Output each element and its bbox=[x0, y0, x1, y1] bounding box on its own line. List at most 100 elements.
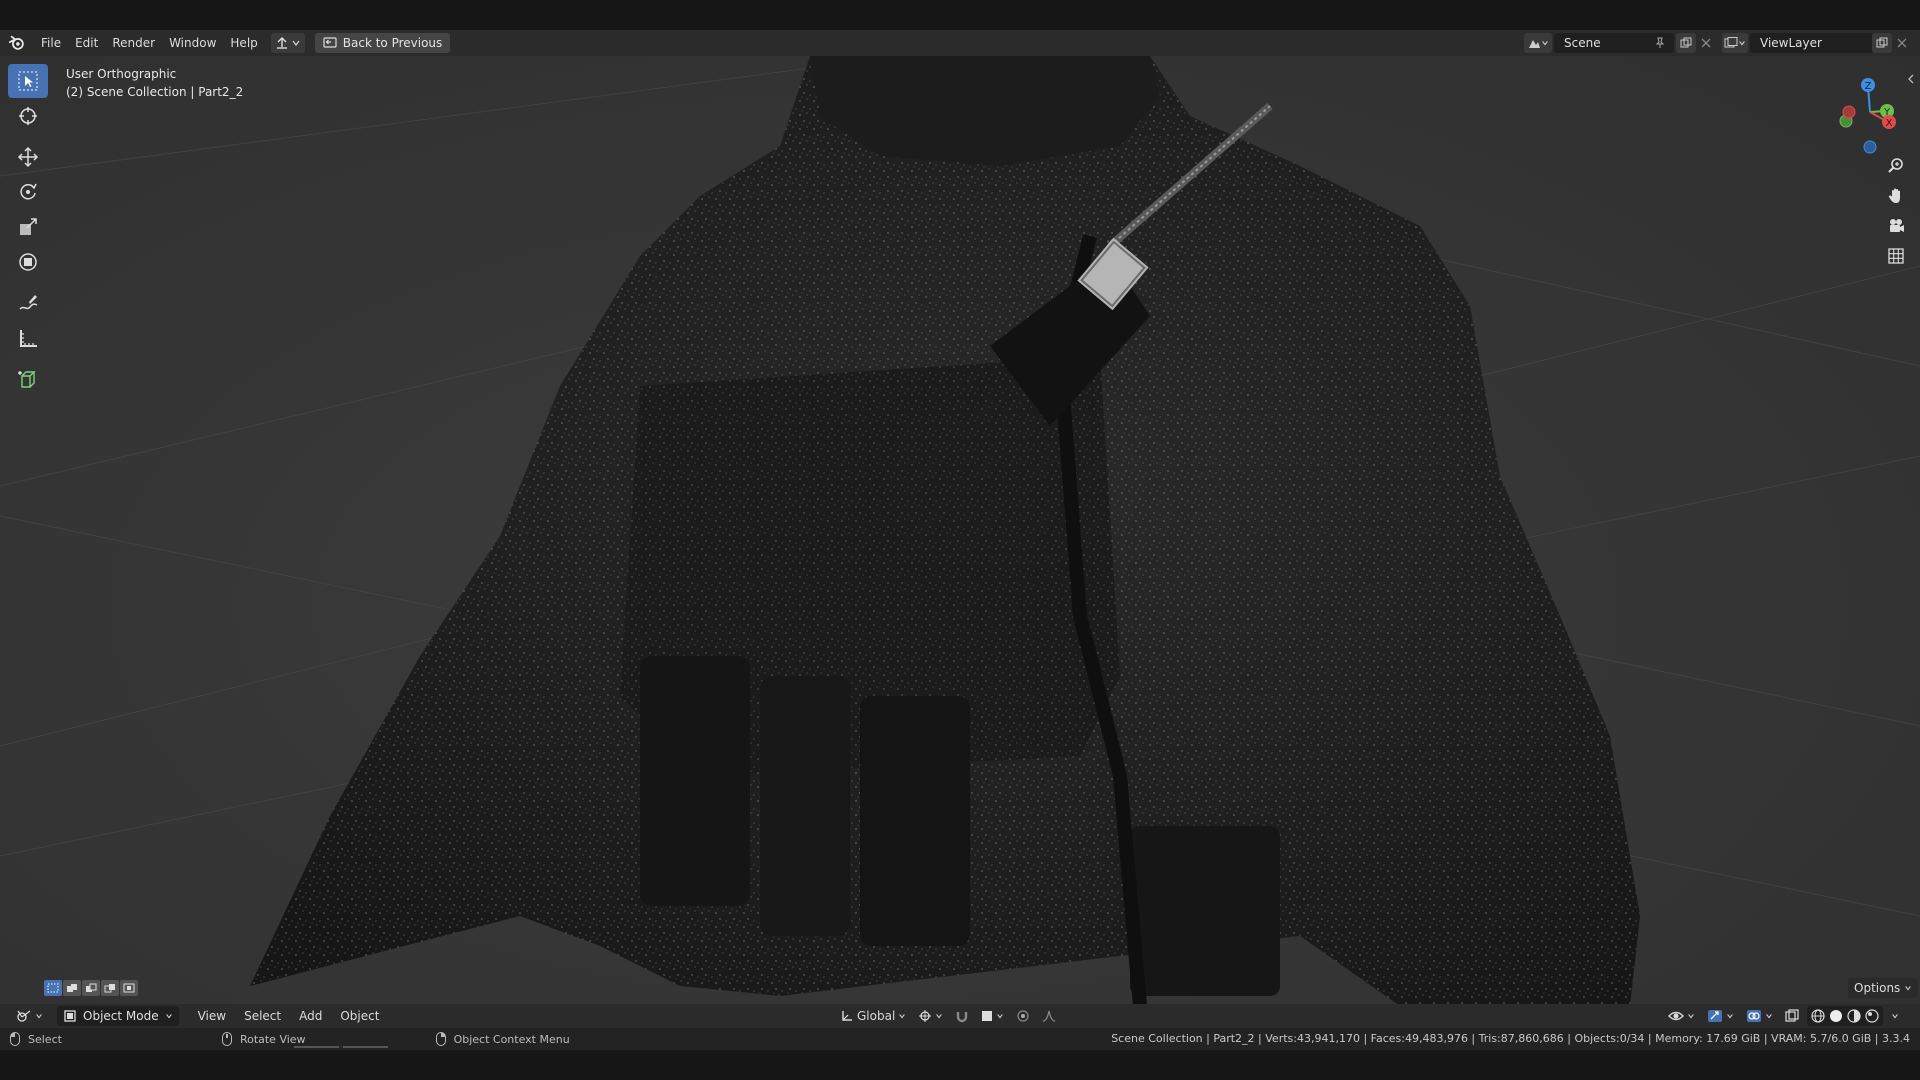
navigation-tools bbox=[1882, 152, 1912, 272]
select-mode-subtract[interactable] bbox=[82, 980, 100, 996]
tool-annotate[interactable] bbox=[8, 286, 48, 320]
scene-icon bbox=[1529, 40, 1540, 48]
chevron-down-icon bbox=[1542, 41, 1548, 46]
new-scene-button[interactable] bbox=[1676, 33, 1696, 53]
menu-render[interactable]: Render bbox=[105, 32, 162, 54]
add-cube-icon bbox=[18, 371, 36, 388]
select-mode-invert[interactable] bbox=[101, 980, 119, 996]
scene-name: Scene bbox=[1564, 36, 1601, 50]
close-icon[interactable] bbox=[1896, 37, 1908, 49]
proportional-edit-toggle[interactable] bbox=[1012, 1006, 1034, 1026]
tool-add-cube[interactable] bbox=[8, 362, 48, 396]
tool-select-box[interactable] bbox=[8, 64, 48, 98]
visibility-dropdown[interactable] bbox=[1664, 1006, 1699, 1026]
status-select-label: Select bbox=[28, 1032, 62, 1046]
shading-options-dropdown[interactable] bbox=[1887, 1006, 1903, 1026]
upload-icon bbox=[276, 37, 287, 49]
snap-toggle[interactable] bbox=[951, 1006, 973, 1026]
new-viewlayer-button[interactable] bbox=[1872, 33, 1892, 53]
window-top-band bbox=[0, 0, 1920, 30]
tool-scale[interactable] bbox=[8, 210, 48, 244]
back-to-previous-label: Back to Previous bbox=[342, 36, 443, 50]
close-icon[interactable] bbox=[1700, 37, 1712, 49]
select-box-icon bbox=[18, 71, 38, 91]
mouse-left-icon bbox=[10, 1032, 20, 1046]
mouse-right-icon bbox=[435, 1032, 446, 1046]
status-rotate-label: Rotate View bbox=[239, 1032, 306, 1046]
select-invert-icon bbox=[104, 984, 115, 993]
falloff-icon bbox=[1043, 1010, 1056, 1022]
navigation-gizmo[interactable]: Z Y X bbox=[1832, 64, 1912, 154]
header-menu-select[interactable]: Select bbox=[235, 1009, 290, 1023]
transform-orientation-label: Global bbox=[857, 1009, 896, 1023]
hand-icon bbox=[1888, 188, 1900, 203]
pivot-point-dropdown[interactable] bbox=[914, 1006, 947, 1026]
tool-cursor[interactable] bbox=[8, 99, 48, 133]
options-dropdown[interactable]: Options bbox=[1848, 978, 1919, 998]
rendered-shading-icon[interactable] bbox=[1865, 1009, 1879, 1023]
transform-orientation-dropdown[interactable]: Global bbox=[836, 1006, 910, 1026]
proportional-edit-icon bbox=[1017, 1010, 1029, 1022]
select-extend-icon bbox=[67, 984, 77, 992]
magnet-icon bbox=[957, 1012, 968, 1023]
proportional-falloff-dropdown[interactable] bbox=[1038, 1006, 1060, 1026]
overlays-toggle[interactable] bbox=[1742, 1006, 1777, 1026]
gizmo-neg-x-axis[interactable] bbox=[1842, 105, 1856, 119]
scene-type-dropdown[interactable] bbox=[1524, 33, 1552, 53]
zoom-button[interactable] bbox=[1882, 152, 1910, 180]
menu-edit[interactable]: Edit bbox=[68, 32, 105, 54]
viewlayer-name-field[interactable]: ViewLayer bbox=[1750, 33, 1880, 53]
material-preview-shading-icon[interactable] bbox=[1847, 1009, 1861, 1023]
menu-help[interactable]: Help bbox=[223, 32, 264, 54]
gizmo-neg-z-axis[interactable] bbox=[1863, 140, 1877, 154]
object-mode-dropdown[interactable]: Object Mode bbox=[57, 1006, 179, 1026]
camera-icon bbox=[1890, 219, 1904, 232]
back-to-previous-button[interactable]: Back to Previous bbox=[314, 33, 451, 53]
menu-file[interactable]: File bbox=[34, 32, 68, 54]
tool-rotate[interactable] bbox=[8, 175, 48, 209]
3d-viewport[interactable]: User Orthographic (2) Scene Collection |… bbox=[0, 56, 1920, 1056]
pivot-icon bbox=[919, 1010, 932, 1022]
gizmo-toggle[interactable] bbox=[1703, 1006, 1738, 1026]
status-hint-rotate: Rotate View bbox=[221, 1032, 306, 1046]
menu-window[interactable]: Window bbox=[162, 32, 223, 54]
viewlayer-name: ViewLayer bbox=[1760, 36, 1822, 50]
chevron-down-icon bbox=[936, 1014, 943, 1019]
pin-icon[interactable] bbox=[1654, 37, 1666, 49]
solid-shading-icon[interactable] bbox=[1829, 1009, 1843, 1023]
transform-controls: Global bbox=[836, 1006, 1060, 1026]
duplicate-icon bbox=[1876, 37, 1888, 48]
header-menu-view[interactable]: View bbox=[189, 1009, 235, 1023]
zoom-icon bbox=[1888, 158, 1903, 173]
tool-transform[interactable] bbox=[8, 245, 48, 279]
select-mode-intersect[interactable] bbox=[120, 980, 138, 996]
status-context-menu-label: Object Context Menu bbox=[453, 1032, 570, 1046]
snap-target-dropdown[interactable] bbox=[977, 1006, 1008, 1026]
tool-measure[interactable] bbox=[8, 321, 48, 355]
blender-logo-icon[interactable] bbox=[8, 34, 26, 52]
workspace-upload-button[interactable] bbox=[270, 33, 305, 53]
snap-increment-icon bbox=[982, 1011, 993, 1021]
header-menu-add[interactable]: Add bbox=[290, 1009, 331, 1023]
projection-toggle-button[interactable] bbox=[1882, 242, 1910, 270]
select-mode-new[interactable] bbox=[44, 980, 62, 996]
chevron-down-icon bbox=[292, 40, 300, 47]
sidebar-toggle-icon[interactable] bbox=[1906, 74, 1916, 84]
select-mode-extend[interactable] bbox=[63, 980, 81, 996]
xray-toggle[interactable] bbox=[1781, 1006, 1803, 1026]
viewport-scene bbox=[0, 56, 1920, 1007]
chevron-down-icon bbox=[1739, 41, 1745, 46]
wireframe-shading-icon[interactable] bbox=[1811, 1009, 1825, 1023]
viewport-header: Object Mode View Select Add Object Globa… bbox=[0, 1004, 1920, 1028]
select-intersect-icon bbox=[123, 983, 135, 993]
viewlayer-type-dropdown[interactable] bbox=[1722, 33, 1748, 53]
camera-view-button[interactable] bbox=[1882, 212, 1910, 240]
editor-type-dropdown[interactable] bbox=[12, 1006, 47, 1026]
tool-move[interactable] bbox=[8, 140, 48, 174]
viewport-info: User Orthographic (2) Scene Collection |… bbox=[66, 65, 243, 101]
pan-button[interactable] bbox=[1882, 182, 1910, 210]
options-label: Options bbox=[1854, 981, 1901, 995]
status-hint-context-menu: Object Context Menu bbox=[435, 1032, 570, 1046]
header-menu-object[interactable]: Object bbox=[331, 1009, 388, 1023]
viewport-display-controls bbox=[1664, 1006, 1903, 1026]
